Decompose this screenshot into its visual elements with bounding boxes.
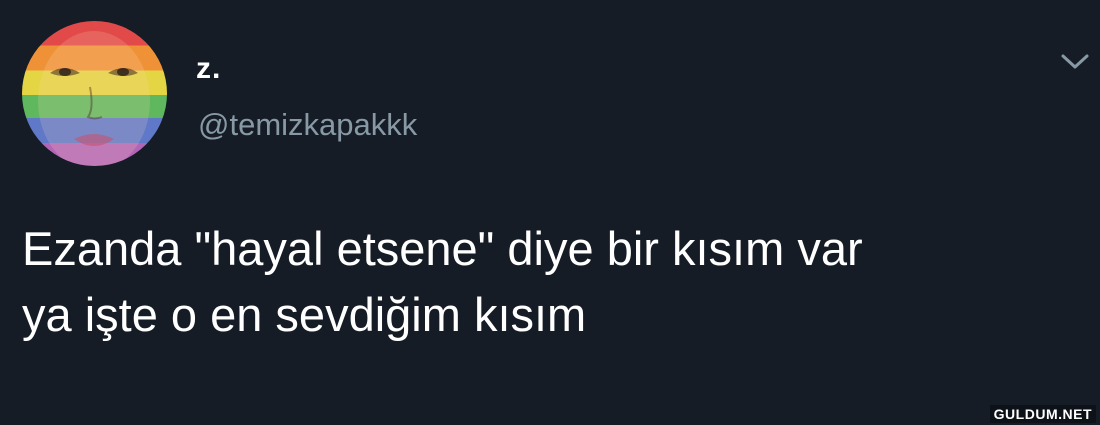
- tweet-text-line-1: Ezanda "hayal etsene" diye bir kısım var: [22, 222, 863, 275]
- tweet-card: z. @temizkapakkk Ezanda "hayal etsene" d…: [0, 0, 1100, 425]
- watermark: GULDUM.NET: [989, 405, 1096, 423]
- tweet-text: Ezanda "hayal etsene" diye bir kısım var…: [22, 216, 1092, 348]
- avatar[interactable]: [22, 21, 167, 166]
- user-handle[interactable]: @temizkapakkk: [198, 107, 417, 143]
- chevron-down-icon[interactable]: [1058, 50, 1092, 74]
- tweet-text-line-2: ya işte o en sevdiğim kısım: [22, 288, 587, 341]
- display-name[interactable]: z.: [196, 52, 221, 86]
- avatar-face-icon: [38, 31, 150, 166]
